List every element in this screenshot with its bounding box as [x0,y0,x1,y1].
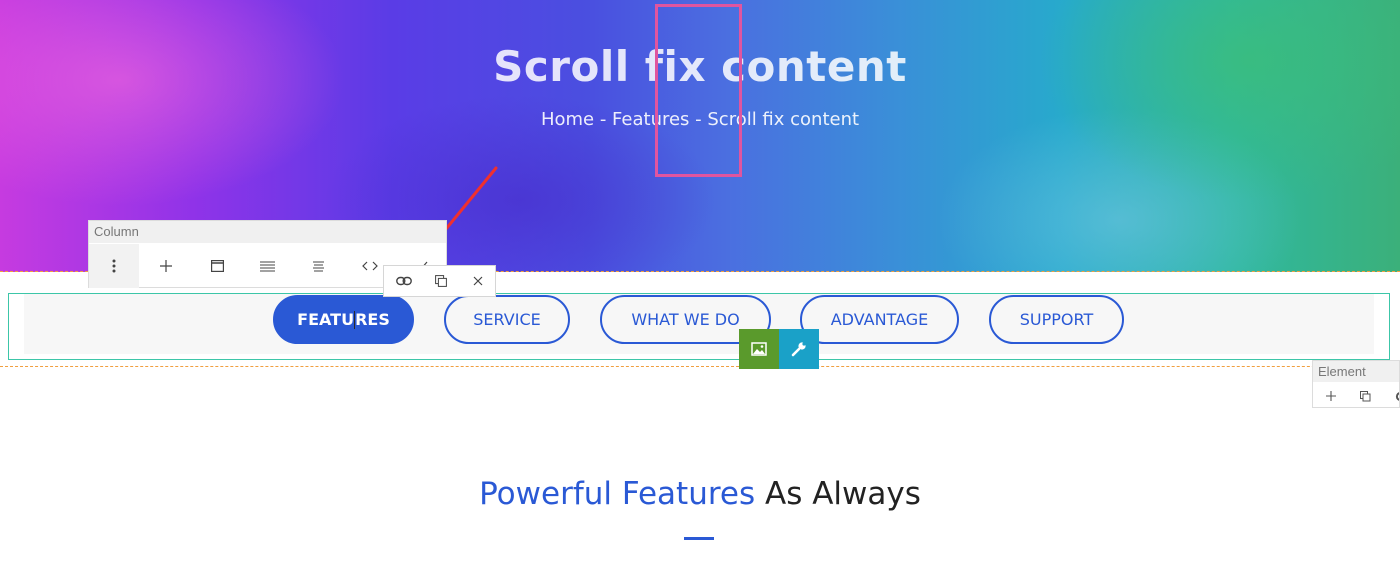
column-toolbar-label: Column [89,221,446,243]
tab-features[interactable]: FEATU RES [273,295,414,344]
tab-support[interactable]: SUPPORT [989,295,1124,344]
plus-icon[interactable] [141,244,191,288]
link-icon[interactable] [385,266,422,296]
link-toolbar [383,265,496,297]
section-heading-rest: As Always [755,476,921,512]
tab-features-label: FEATU [297,310,355,329]
align-justify-icon[interactable] [242,244,292,288]
plus-icon[interactable] [1314,383,1348,407]
section-heading: Powerful Features As Always [0,476,1400,512]
image-icon [751,342,767,356]
copy-icon[interactable] [422,266,459,296]
heading-underline [684,537,714,540]
close-icon[interactable] [459,266,496,296]
image-button[interactable] [739,329,779,369]
section-border-bottom [0,366,1400,367]
tab-advantage[interactable]: ADVANTAGE [800,295,959,344]
more-vertical-icon[interactable] [89,244,139,288]
window-icon[interactable] [192,244,242,288]
element-toolbar-label: Element [1313,361,1399,382]
section-heading-accent: Powerful Features [479,476,756,512]
tab-service[interactable]: SERVICE [444,295,570,344]
copy-icon[interactable] [1348,383,1382,407]
element-toolbar: Element [1312,360,1400,408]
settings-icon[interactable] [1383,383,1399,407]
annotation-highlight-box [655,4,742,177]
wrench-icon [791,342,806,357]
align-center-icon[interactable] [293,244,343,288]
wrench-button[interactable] [779,329,819,369]
